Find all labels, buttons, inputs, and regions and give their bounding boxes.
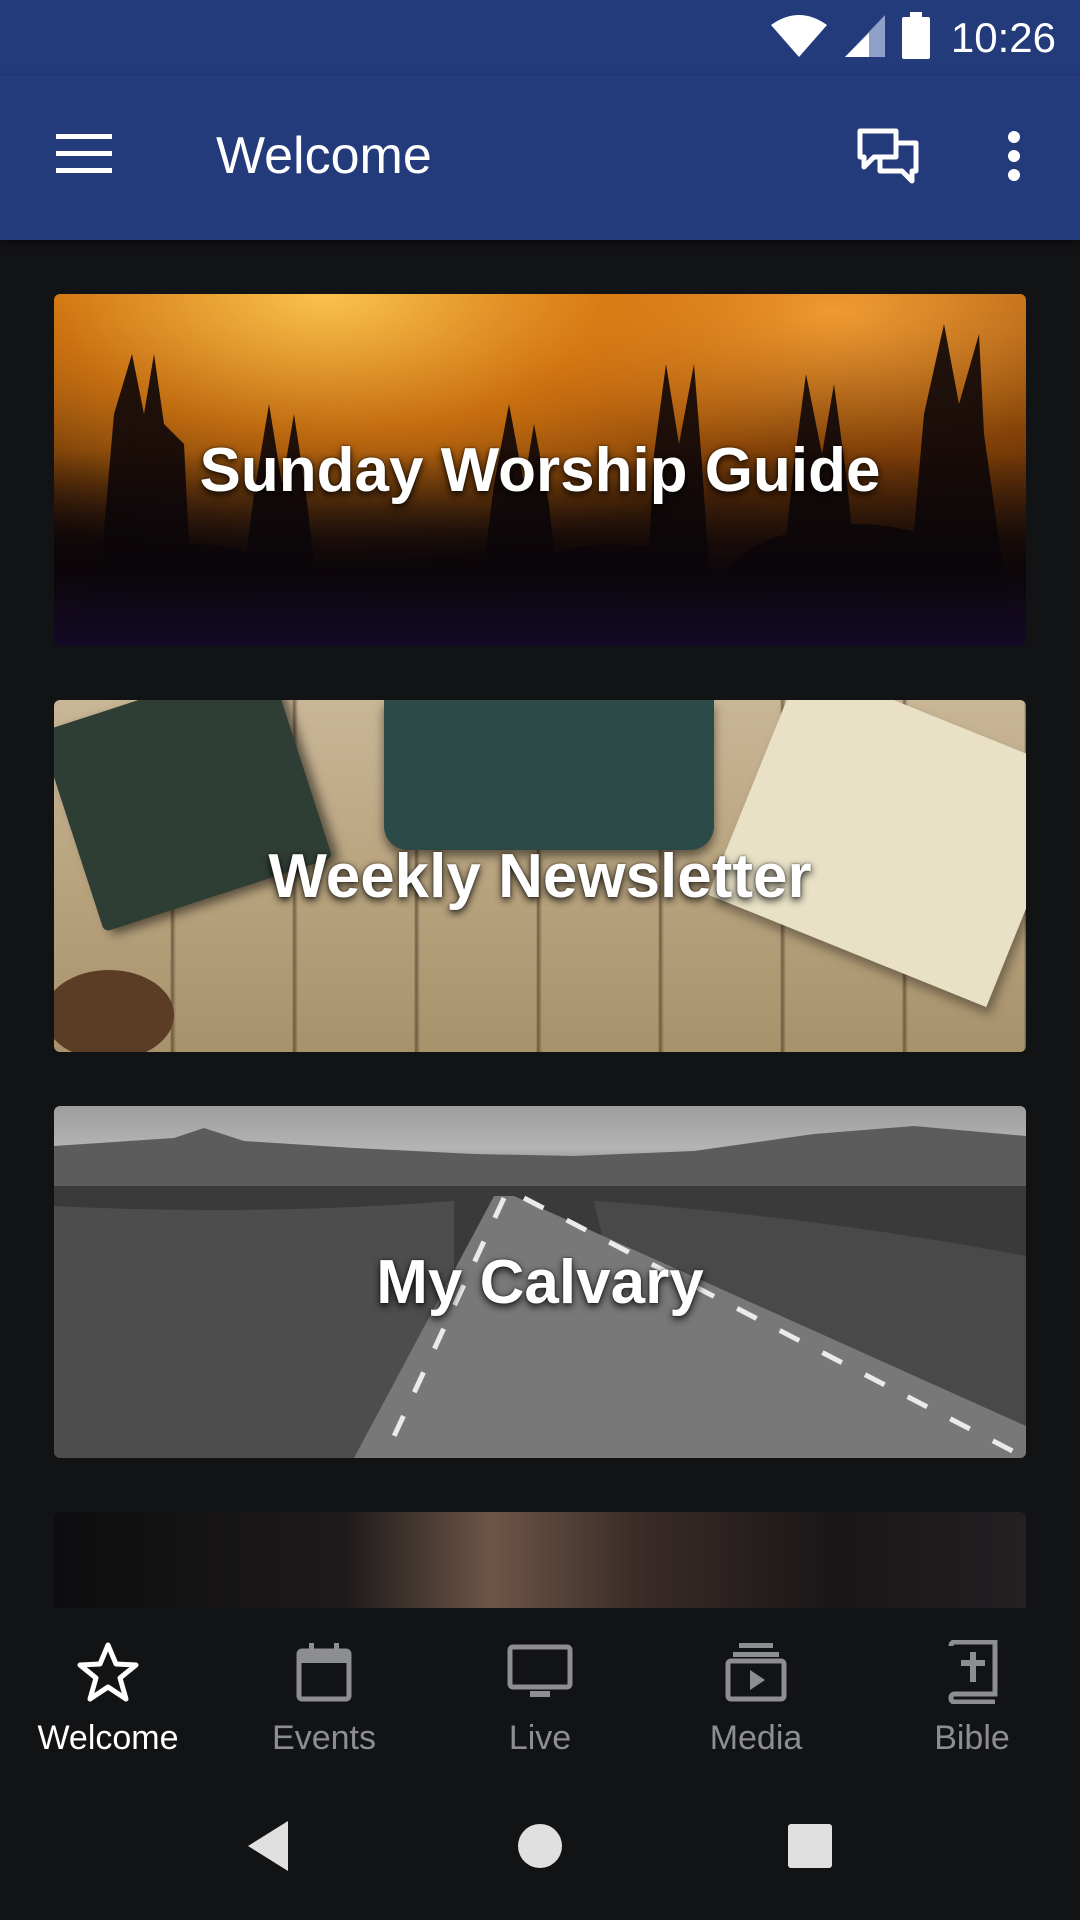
card-title: Sunday Worship Guide xyxy=(199,435,881,505)
card-sunday-worship-guide[interactable]: Sunday Worship Guide xyxy=(54,294,1026,646)
recents-button[interactable] xyxy=(770,1816,850,1880)
menu-button[interactable] xyxy=(40,120,128,192)
tv-icon xyxy=(504,1636,576,1708)
home-icon xyxy=(516,1822,564,1875)
card-title: My Calvary xyxy=(376,1247,704,1317)
nav-label: Events xyxy=(272,1719,376,1757)
chat-button[interactable] xyxy=(846,116,930,200)
system-navigation-bar xyxy=(0,1776,1080,1920)
back-icon xyxy=(244,1819,292,1878)
nav-item-welcome[interactable]: Welcome xyxy=(0,1608,216,1776)
recents-icon xyxy=(786,1822,834,1875)
card-my-calvary[interactable]: My Calvary xyxy=(54,1106,1026,1458)
nav-label: Live xyxy=(508,1719,572,1757)
nav-label: Bible xyxy=(934,1719,1010,1757)
nav-item-media[interactable]: Media xyxy=(648,1608,864,1776)
nav-item-events[interactable]: Events xyxy=(216,1608,432,1776)
home-button[interactable] xyxy=(500,1816,580,1880)
nav-item-bible[interactable]: Bible xyxy=(864,1608,1080,1776)
menu-icon xyxy=(54,132,114,181)
nav-label: Welcome xyxy=(37,1719,179,1757)
more-vert-icon xyxy=(1007,130,1021,187)
back-button[interactable] xyxy=(228,1816,308,1880)
battery-icon xyxy=(901,11,931,65)
cell-signal-icon xyxy=(843,13,887,64)
bible-icon xyxy=(936,1636,1008,1708)
status-time: 10:26 xyxy=(950,14,1056,61)
card-fourth[interactable] xyxy=(54,1512,1026,1608)
status-bar: 10:26 xyxy=(0,0,1080,76)
card-weekly-newsletter[interactable]: Weekly Newsletter xyxy=(54,700,1026,1052)
page-title: Welcome xyxy=(216,127,432,185)
chat-icon xyxy=(856,127,920,190)
nav-label: Media xyxy=(709,1719,803,1757)
status-icons: 10:26 xyxy=(769,11,1056,65)
wifi-icon xyxy=(769,13,829,64)
star-icon xyxy=(72,1636,144,1708)
calendar-icon xyxy=(288,1636,360,1708)
media-icon xyxy=(720,1636,792,1708)
bottom-navigation: Welcome Events Live Media Bible xyxy=(0,1608,1080,1776)
app-bar: Welcome xyxy=(0,76,1080,240)
card-title: Weekly Newsletter xyxy=(268,841,812,911)
more-options-button[interactable] xyxy=(984,116,1044,200)
card-title xyxy=(54,1512,1026,1608)
content-feed: Sunday Worship Guide Weekly Newsletter M… xyxy=(0,240,1080,1608)
nav-item-live[interactable]: Live xyxy=(432,1608,648,1776)
